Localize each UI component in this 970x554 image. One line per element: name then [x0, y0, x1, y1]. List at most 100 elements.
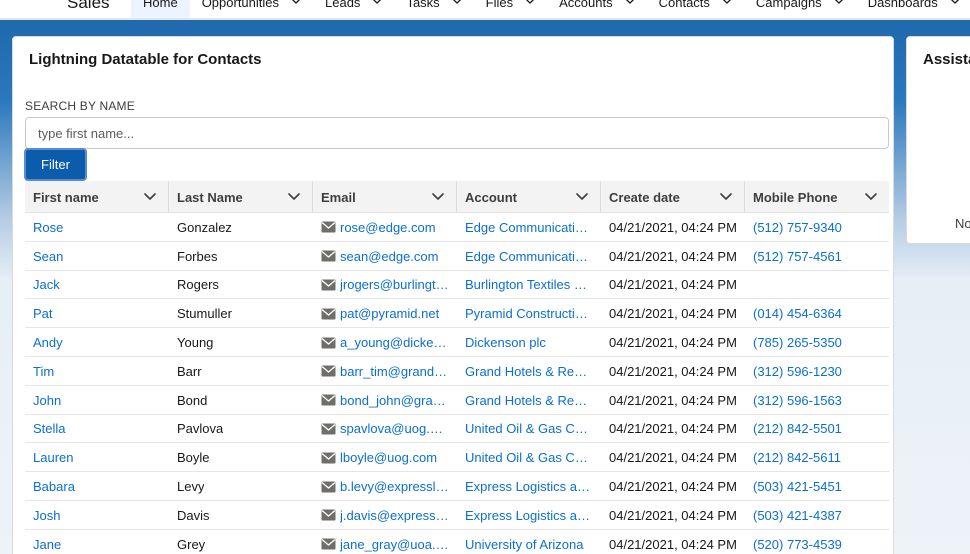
nav-item-dashboards[interactable]: Dashboards [856, 0, 970, 18]
mobile-phone-cell[interactable]: (212) 842-5501 [745, 415, 889, 444]
first-name-cell-text[interactable]: Stella [33, 421, 66, 436]
mobile-phone-cell-text[interactable]: (312) 596-1230 [753, 364, 842, 379]
nav-item-tasks[interactable]: Tasks [394, 0, 473, 18]
first-name-cell[interactable]: Jane [25, 530, 169, 554]
column-header[interactable]: Email [313, 181, 457, 213]
mobile-phone-cell[interactable]: (503) 421-4387 [745, 501, 889, 530]
mobile-phone-cell-text[interactable]: (212) 842-5501 [753, 421, 842, 436]
mobile-phone-cell[interactable] [745, 271, 889, 300]
chevron-down-icon[interactable] [950, 0, 960, 7]
email-cell[interactable]: jane_gray@uoa.edu [313, 530, 457, 554]
mobile-phone-cell[interactable]: (520) 773-4539 [745, 530, 889, 554]
chevron-down-icon[interactable] [291, 0, 301, 7]
first-name-cell-text[interactable]: Jack [33, 277, 60, 292]
email-cell-text[interactable]: jrogers@burlington.com [340, 277, 449, 292]
first-name-cell-text[interactable]: Lauren [33, 450, 73, 465]
chevron-down-icon[interactable] [288, 192, 300, 202]
account-cell[interactable]: Edge Communications [457, 213, 601, 242]
nav-item-home[interactable]: Home [131, 0, 190, 18]
first-name-cell-text[interactable]: Sean [33, 249, 63, 264]
mobile-phone-cell-text[interactable]: (512) 757-9340 [753, 220, 842, 235]
filter-button[interactable]: Filter [24, 148, 87, 181]
account-cell-text[interactable]: United Oil & Gas Corp. [465, 450, 593, 465]
account-cell-text[interactable]: Edge Communications [465, 220, 593, 235]
email-cell[interactable]: a_young@dickenson.com [313, 328, 457, 357]
email-cell-text[interactable]: pat@pyramid.net [340, 306, 439, 321]
email-cell[interactable]: j.davis@expressl&t.net [313, 501, 457, 530]
email-cell-text[interactable]: rose@edge.com [340, 220, 436, 235]
account-cell-text[interactable]: Express Logistics and Transport [465, 479, 593, 494]
email-cell[interactable]: lboyle@uog.com [313, 443, 457, 472]
account-cell[interactable]: Express Logistics and Transport [457, 501, 601, 530]
mobile-phone-cell-text[interactable]: (014) 454-6364 [753, 306, 842, 321]
account-cell[interactable]: University of Arizona [457, 530, 601, 554]
column-header[interactable]: Last Name [169, 181, 313, 213]
account-cell-text[interactable]: Express Logistics and Transport [465, 508, 593, 523]
first-name-cell-text[interactable]: John [33, 393, 61, 408]
mobile-phone-cell[interactable]: (312) 596-1563 [745, 386, 889, 415]
nav-item-files[interactable]: Files [474, 0, 547, 18]
first-name-cell-text[interactable]: Josh [33, 508, 60, 523]
chevron-down-icon[interactable] [720, 192, 732, 202]
chevron-down-icon[interactable] [432, 192, 444, 202]
chevron-down-icon[interactable] [834, 0, 844, 7]
column-header[interactable]: Create date [601, 181, 745, 213]
email-cell[interactable]: pat@pyramid.net [313, 299, 457, 328]
chevron-down-icon[interactable] [452, 0, 462, 7]
chevron-down-icon[interactable] [576, 192, 588, 202]
app-launcher-grid-icon[interactable] [24, 0, 46, 14]
email-cell-text[interactable]: jane_gray@uoa.edu [340, 537, 449, 552]
first-name-cell[interactable]: Lauren [25, 443, 169, 472]
account-cell[interactable]: Grand Hotels & Resorts Ltd [457, 357, 601, 386]
mobile-phone-cell[interactable]: (014) 454-6364 [745, 299, 889, 328]
account-cell-text[interactable]: University of Arizona [465, 537, 584, 552]
email-cell[interactable]: spavlova@uog.com [313, 415, 457, 444]
first-name-cell[interactable]: Rose [25, 213, 169, 242]
account-cell-text[interactable]: Burlington Textiles Corp [465, 277, 593, 292]
email-cell-text[interactable]: j.davis@expressl&t.net [340, 508, 449, 523]
first-name-cell[interactable]: Josh [25, 501, 169, 530]
first-name-cell-text[interactable]: Rose [33, 220, 63, 235]
first-name-cell[interactable]: Babara [25, 472, 169, 501]
mobile-phone-cell-text[interactable]: (503) 421-4387 [753, 508, 842, 523]
account-cell[interactable]: Grand Hotels & Resorts Ltd [457, 386, 601, 415]
account-cell[interactable]: Edge Communications [457, 242, 601, 271]
chevron-down-icon[interactable] [865, 192, 877, 202]
column-header[interactable]: Mobile Phone [745, 181, 889, 213]
chevron-down-icon[interactable] [625, 0, 635, 7]
mobile-phone-cell[interactable]: (312) 596-1230 [745, 357, 889, 386]
first-name-cell-text[interactable]: Andy [33, 335, 63, 350]
email-cell[interactable]: barr_tim@grandhotels.com [313, 357, 457, 386]
account-cell-text[interactable]: United Oil & Gas Corp. [465, 421, 593, 436]
email-cell-text[interactable]: a_young@dickenson.com [340, 335, 449, 350]
email-cell-text[interactable]: spavlova@uog.com [340, 421, 449, 436]
email-cell-text[interactable]: bond_john@grandhotels.com [340, 393, 449, 408]
first-name-cell[interactable]: Tim [25, 357, 169, 386]
account-cell[interactable]: Burlington Textiles Corp [457, 271, 601, 300]
mobile-phone-cell[interactable]: (503) 421-5451 [745, 472, 889, 501]
nav-item-campaigns[interactable]: Campaigns [744, 0, 856, 18]
first-name-cell[interactable]: Pat [25, 299, 169, 328]
chevron-down-icon[interactable] [722, 0, 732, 7]
mobile-phone-cell-text[interactable]: (312) 596-1563 [753, 393, 842, 408]
mobile-phone-cell-text[interactable]: (520) 773-4539 [753, 537, 842, 552]
account-cell-text[interactable]: Grand Hotels & Resorts Ltd [465, 364, 593, 379]
account-cell[interactable]: United Oil & Gas Corp. [457, 443, 601, 472]
email-cell-text[interactable]: b.levy@expressl&t.net [340, 479, 449, 494]
column-header[interactable]: First name [25, 181, 169, 213]
first-name-cell[interactable]: Andy [25, 328, 169, 357]
email-cell[interactable]: b.levy@expressl&t.net [313, 472, 457, 501]
account-cell-text[interactable]: Grand Hotels & Resorts Ltd [465, 393, 593, 408]
account-cell-text[interactable]: Pyramid Construction Inc. [465, 306, 593, 321]
account-cell[interactable]: Pyramid Construction Inc. [457, 299, 601, 328]
search-input[interactable] [25, 117, 889, 149]
first-name-cell-text[interactable]: Tim [33, 364, 54, 379]
account-cell[interactable]: United Oil & Gas Corp. [457, 415, 601, 444]
email-cell[interactable]: rose@edge.com [313, 213, 457, 242]
nav-item-accounts[interactable]: Accounts [547, 0, 646, 18]
email-cell-text[interactable]: sean@edge.com [340, 249, 438, 264]
mobile-phone-cell[interactable]: (512) 757-4561 [745, 242, 889, 271]
mobile-phone-cell[interactable]: (212) 842-5611 [745, 443, 889, 472]
mobile-phone-cell-text[interactable]: (785) 265-5350 [753, 335, 842, 350]
nav-item-leads[interactable]: Leads [313, 0, 394, 18]
